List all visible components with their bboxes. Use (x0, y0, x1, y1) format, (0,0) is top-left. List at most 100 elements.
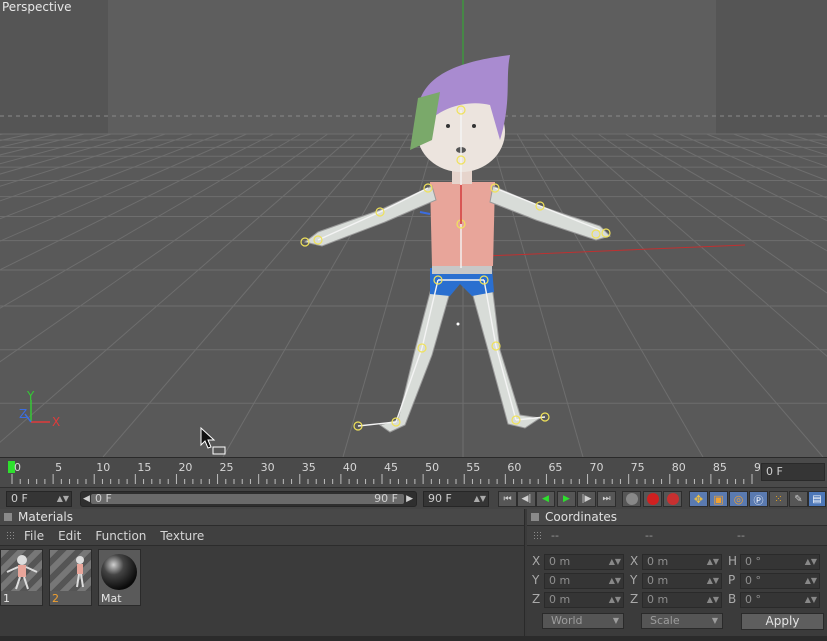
goto-end-button[interactable]: ⏭ (597, 491, 616, 507)
dropdown-value: World (551, 614, 583, 627)
move-icon: ✥ (693, 492, 704, 506)
points-button[interactable]: ⁙ (769, 491, 788, 507)
coord-label: Y (532, 573, 540, 587)
timeline-tick-label: 85 (713, 461, 727, 474)
chevron-down-icon: ▼ (711, 616, 718, 625)
material-swatch-1[interactable]: 1 (0, 549, 43, 606)
position-z-field[interactable]: 0 m ▲▼ (544, 592, 624, 608)
record-button[interactable] (643, 491, 662, 507)
param-tool-button[interactable]: Ⓟ (749, 491, 768, 507)
svg-text:Y: Y (26, 389, 35, 403)
timeline-tick-label: 45 (384, 461, 398, 474)
materials-menubar: File Edit Function Texture (0, 526, 524, 546)
coord-label: Z (630, 592, 639, 606)
timeline-tick-label: 0 (14, 461, 21, 474)
field-value: 0 ° (745, 555, 761, 568)
field-value: 0 m (549, 593, 571, 606)
field-value: 0 m (647, 555, 669, 568)
coordinate-mode-dropdown[interactable]: World ▼ (542, 613, 624, 629)
coord-label: Z (532, 592, 541, 606)
material-thumbnail (99, 550, 140, 591)
field-value: 0 ° (745, 574, 761, 587)
param-icon: Ⓟ (753, 495, 764, 507)
goto-start-icon: ⏮ (503, 494, 512, 504)
rotate-icon: ◎ (733, 492, 744, 506)
size-x-field[interactable]: 0 m ▲▼ (642, 554, 722, 570)
grip-icon (6, 531, 16, 541)
timeline-tick-label: 35 (302, 461, 316, 474)
next-frame-button[interactable]: |▶ (577, 491, 596, 507)
position-y-field[interactable]: 0 m ▲▼ (544, 573, 624, 589)
timeline-tick-label: 70 (590, 461, 604, 474)
timeline-tick-label: 30 (261, 461, 275, 474)
frame-range-slider[interactable]: ◀ 0 F 90 F ▶ (80, 491, 417, 507)
auto-key-button[interactable] (663, 491, 682, 507)
current-frame-field[interactable]: 0 F (761, 463, 825, 481)
coordinate-type-dropdown[interactable]: Scale ▼ (641, 613, 723, 629)
timeline-tick-label: 10 (96, 461, 110, 474)
play-forward-button[interactable]: ▶ (557, 491, 576, 507)
coordinates-title-bar[interactable]: Coordinates (527, 509, 827, 526)
move-tool-button[interactable]: ✥ (689, 491, 708, 507)
materials-title-bar[interactable]: Materials (0, 509, 524, 526)
timeline-tick-label: 15 (137, 461, 151, 474)
column-header-position: -- (551, 529, 559, 542)
chevron-down-icon: ▼ (612, 616, 619, 625)
coordinates-title: Coordinates (545, 510, 618, 524)
menu-edit[interactable]: Edit (58, 529, 81, 543)
viewport-label[interactable]: Perspective (2, 0, 72, 14)
range-slider-bar[interactable] (91, 494, 404, 504)
field-value: 0 m (549, 555, 571, 568)
perspective-viewport[interactable]: Y Z X Perspective (0, 0, 827, 457)
menu-file[interactable]: File (24, 529, 44, 543)
timeline-tick-label: 25 (220, 461, 234, 474)
menu-function[interactable]: Function (95, 529, 146, 543)
svg-text:Z: Z (19, 407, 27, 421)
position-x-field[interactable]: 0 m ▲▼ (544, 554, 624, 570)
material-swatch-2[interactable]: 2 (49, 549, 92, 606)
timeline-scale[interactable]: 0 5 10 15 20 25 30 35 40 45 50 55 60 65 70 75 80 85 90 (0, 458, 760, 488)
panel-square-icon (4, 513, 12, 521)
prev-frame-button[interactable]: ◀ (536, 491, 555, 507)
prev-key-icon: ◀| (521, 494, 532, 504)
prev-key-button[interactable]: ◀| (517, 491, 536, 507)
timeline-ruler[interactable]: 0 5 10 15 20 25 30 35 40 45 50 55 60 65 70 75 80 85 90 0 F (0, 457, 827, 487)
goto-start-button[interactable]: ⏮ (498, 491, 517, 507)
materials-panel: Materials File Edit Function Texture 1 2 (0, 509, 525, 636)
grid-dots-icon: ⁙ (774, 493, 783, 505)
coordinates-menubar (527, 526, 827, 546)
material-swatch-mat[interactable]: Mat (98, 549, 141, 606)
timeline-tick-label: 50 (425, 461, 439, 474)
coord-label: B (728, 592, 737, 606)
scene-canvas[interactable]: Y Z X (0, 0, 827, 457)
timeline-tick-label: 55 (466, 461, 480, 474)
coord-label: X (532, 554, 541, 568)
brush-button[interactable]: ✎ (789, 491, 808, 507)
range-start-label: 0 F (95, 492, 112, 505)
materials-title: Materials (18, 510, 74, 524)
timeline-tick-label: 65 (548, 461, 562, 474)
record-position-button[interactable] (622, 491, 641, 507)
rotation-p-field[interactable]: 0 ° ▲▼ (740, 573, 820, 589)
menu-texture[interactable]: Texture (160, 529, 204, 543)
size-z-field[interactable]: 0 m ▲▼ (642, 592, 722, 608)
rotation-b-field[interactable]: 0 ° ▲▼ (740, 592, 820, 608)
timeline-tick-label: 75 (631, 461, 645, 474)
keyframe-icon (625, 493, 638, 505)
rotate-tool-button[interactable]: ◎ (729, 491, 748, 507)
field-value: 0 m (549, 574, 571, 587)
coord-label: P (728, 573, 736, 587)
svg-text:X: X (52, 415, 60, 429)
apply-button[interactable]: Apply (741, 613, 824, 630)
material-label: 2 (52, 592, 59, 605)
grip-icon (533, 531, 543, 541)
layout-button[interactable]: ▤ (808, 491, 826, 507)
scale-tool-button[interactable]: ▣ (709, 491, 728, 507)
range-end-label: 90 F (374, 492, 398, 505)
field-value: 0 m (647, 574, 669, 587)
timeline-tick-label: 40 (343, 461, 357, 474)
rotation-h-field[interactable]: 0 ° ▲▼ (740, 554, 820, 570)
end-frame-field[interactable]: 90 F ▲▼ (423, 491, 489, 507)
start-frame-field[interactable]: 0 F ▲▼ (6, 491, 72, 507)
size-y-field[interactable]: 0 m ▲▼ (642, 573, 722, 589)
